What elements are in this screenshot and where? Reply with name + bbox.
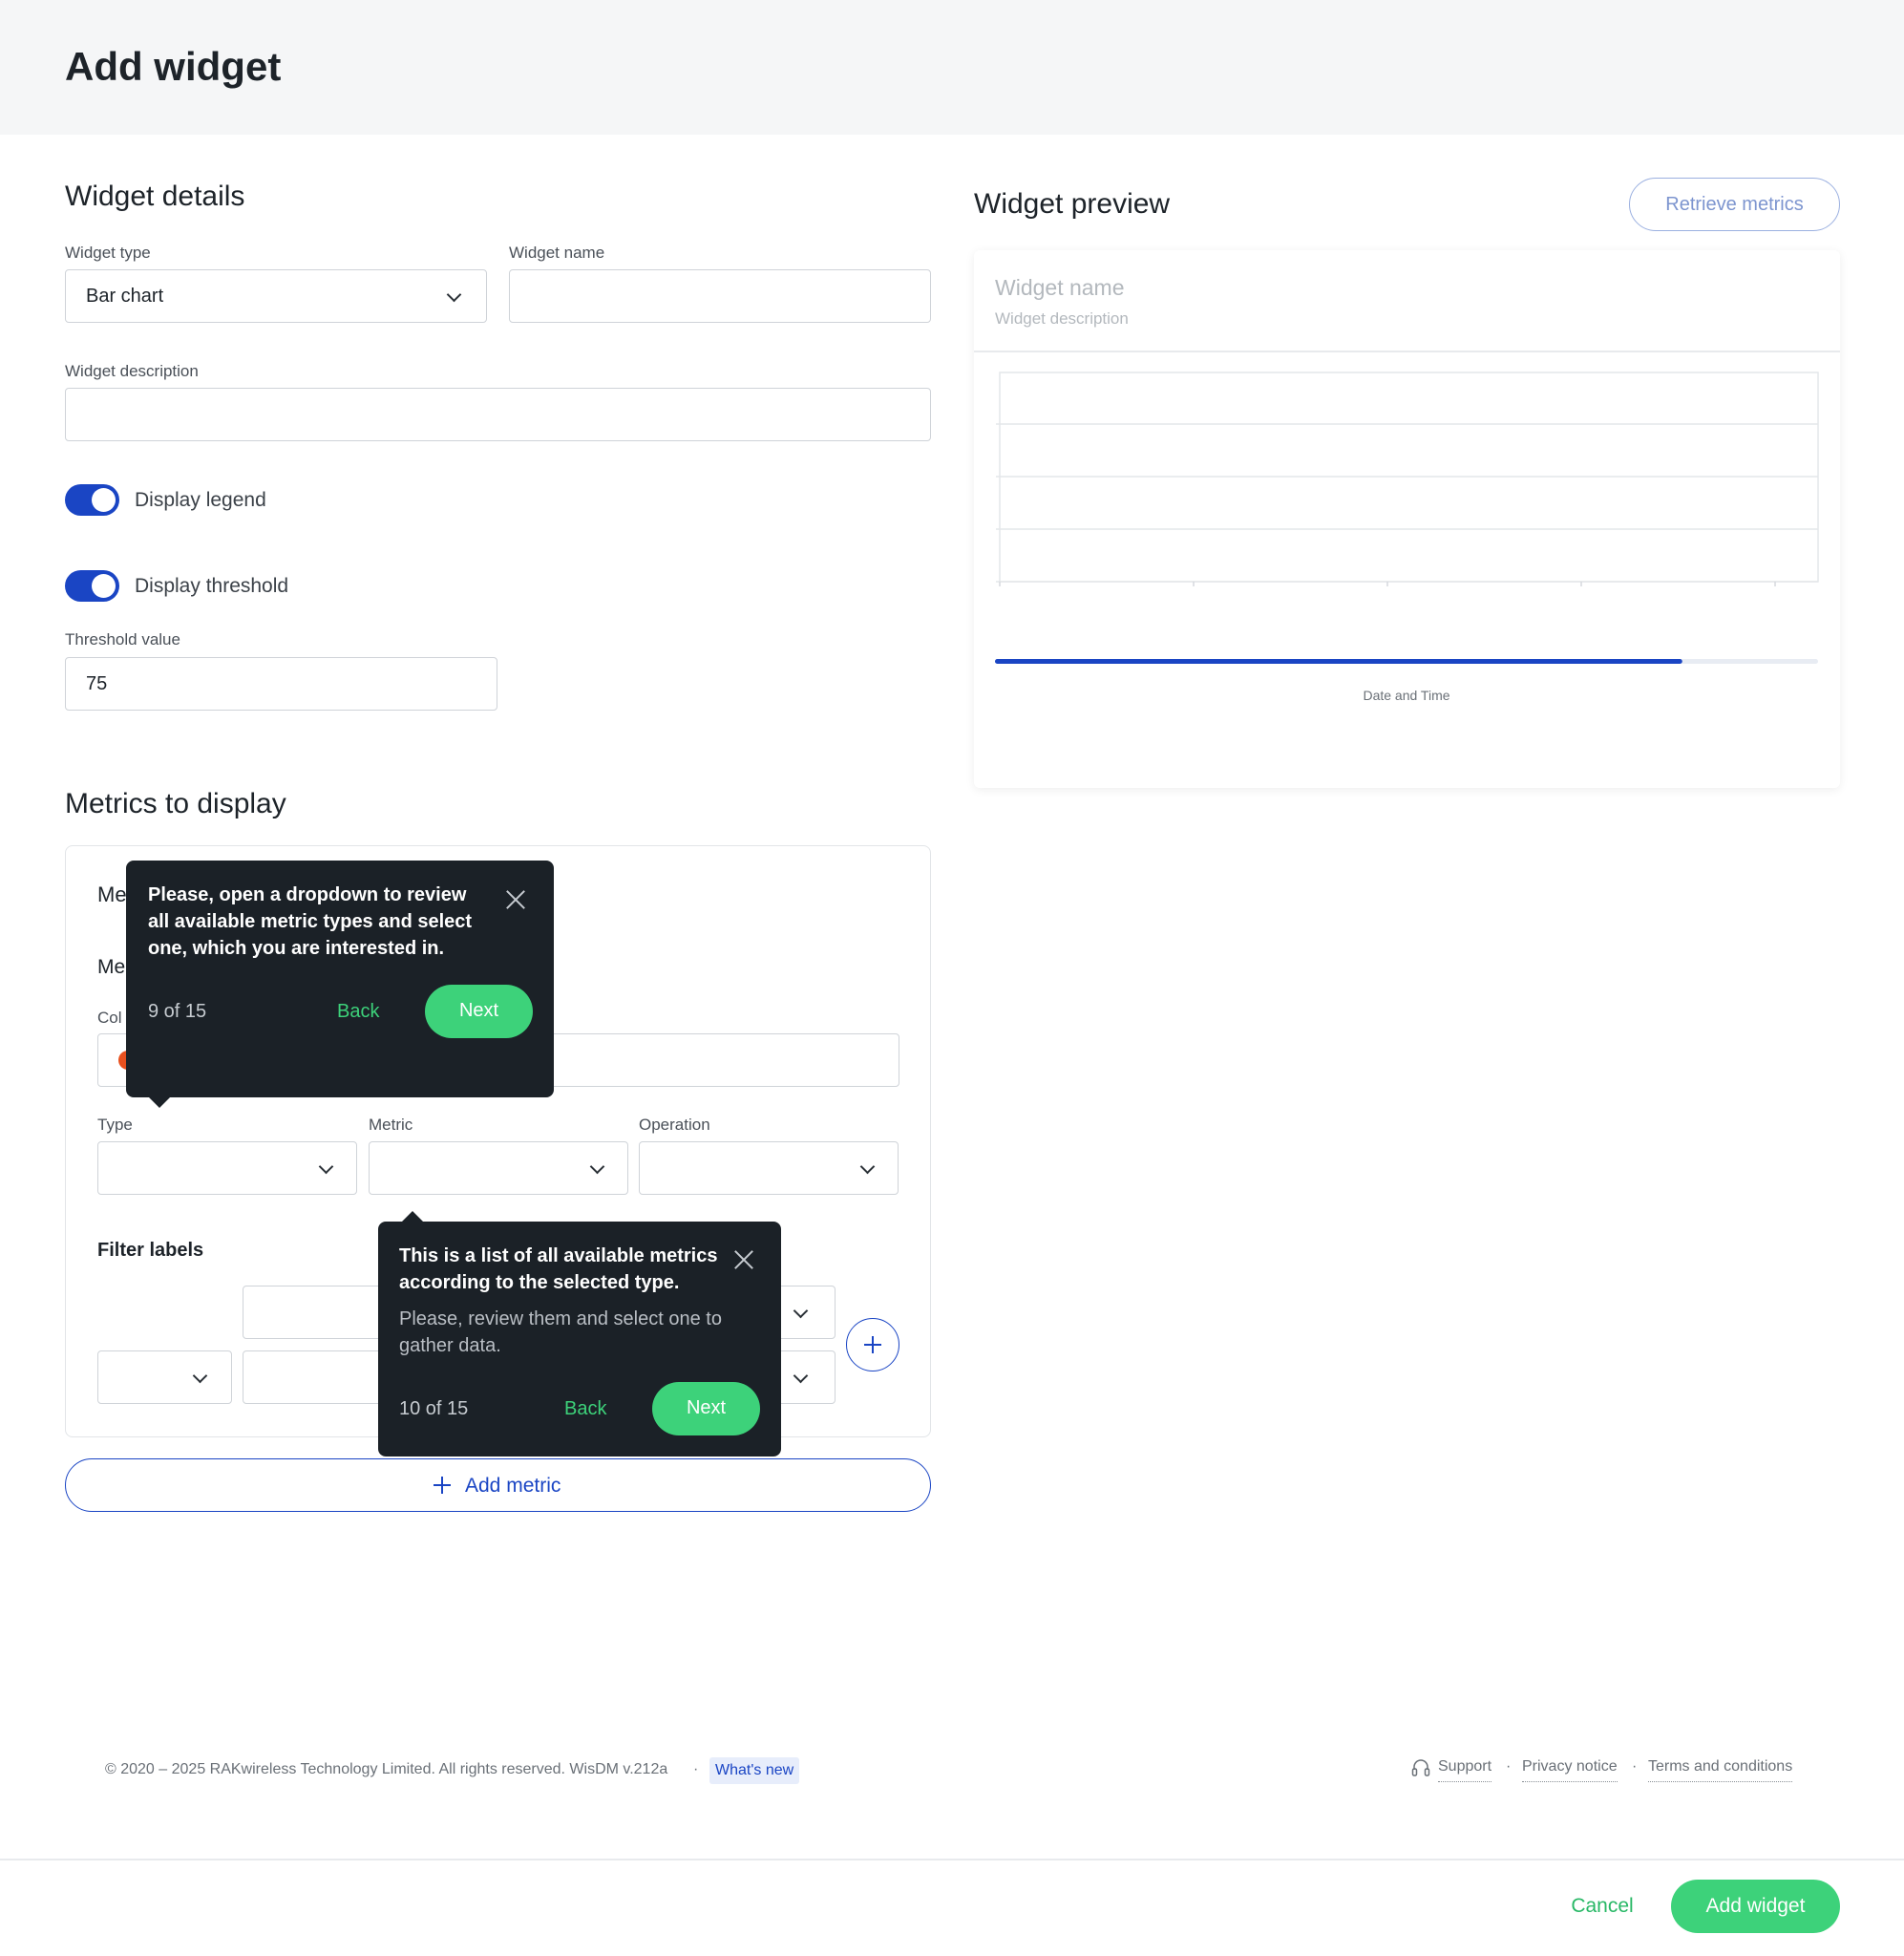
cancel-label: Cancel [1571,1895,1634,1917]
type-label: Type [97,1116,133,1134]
add-metric-label: Add metric [465,1475,561,1497]
add-widget-button[interactable]: Add widget [1671,1880,1840,1933]
tooltip-step-counter: 10 of 15 [399,1398,469,1419]
onboarding-tooltip-step-10: This is a list of all available metrics … [378,1211,781,1456]
headset-icon [1411,1759,1430,1776]
tooltip-title: This is a list of all available metrics … [399,1245,718,1293]
threshold-value: 75 [86,673,108,694]
privacy-notice-link[interactable]: Privacy notice [1522,1758,1618,1782]
widget-name-label: Widget name [509,244,605,262]
operation-select[interactable] [639,1141,899,1195]
tooltip-next-button[interactable]: Next [425,985,533,1038]
add-filter-button[interactable] [846,1318,899,1371]
toggle-knob [92,488,116,512]
toggle-knob [92,574,116,598]
operation-label: Operation [639,1116,710,1134]
retrieve-metrics-button[interactable]: Retrieve metrics [1629,178,1840,231]
tooltip-step-counter: 9 of 15 [148,1001,207,1022]
display-threshold-label: Display threshold [135,575,289,597]
metrics-title: Metrics to display [65,788,286,819]
cancel-button[interactable]: Cancel [1553,1880,1652,1933]
close-icon[interactable] [731,1247,756,1272]
onboarding-tooltip-step-9: Please, open a dropdown to review all av… [126,861,554,1108]
page-header: Add widget [0,0,1904,135]
range-slider-fill[interactable] [995,659,1682,664]
widget-description-input[interactable] [65,388,931,441]
widget-type-select[interactable]: Bar chart [65,269,487,323]
display-legend-label: Display legend [135,489,266,511]
add-widget-label: Add widget [1705,1895,1806,1917]
display-threshold-toggle[interactable] [65,570,119,602]
tooltip-next-label: Next [686,1397,727,1418]
tooltip-back-link[interactable]: Back [564,1398,606,1420]
page-title: Add widget [65,44,282,89]
filter-labels-title: Filter labels [97,1240,204,1261]
support-link[interactable]: Support [1438,1758,1492,1782]
tooltip-pointer [402,1211,423,1222]
terms-link[interactable]: Terms and conditions [1648,1758,1793,1782]
tooltip-next-button[interactable]: Next [652,1382,760,1435]
widget-type-value: Bar chart [86,286,164,307]
metric-name-label: Me [97,956,126,978]
metric-label: Metric [369,1116,413,1134]
action-bar-divider [0,1859,1904,1860]
add-metric-button[interactable]: Add metric [65,1458,931,1512]
tooltip-body: Please, review them and select one to ga… [399,1308,722,1356]
footer-separator: · [693,1761,699,1777]
threshold-value-label: Threshold value [65,630,180,648]
chevron-down-icon [859,1159,876,1175]
widget-type-label: Widget type [65,244,151,262]
display-legend-toggle[interactable] [65,484,119,516]
copyright-text: © 2020 – 2025 RAKwireless Technology Lim… [105,1761,668,1777]
chevron-down-icon [446,287,462,303]
color-label: Col [97,1009,122,1027]
retrieve-metrics-label: Retrieve metrics [1665,194,1804,215]
x-axis-label: Date and Time [1363,688,1449,703]
type-select[interactable] [97,1141,357,1195]
tooltip-next-label: Next [458,1000,499,1021]
threshold-value-input[interactable]: 75 [65,657,497,711]
chevron-down-icon [589,1159,605,1175]
widget-description-label: Widget description [65,362,199,380]
chart-grid [996,372,1819,586]
preview-chart: Date and Time [995,372,1819,703]
footer-separator: · [1632,1758,1638,1775]
tooltip-title: Please, open a dropdown to review all av… [148,884,473,959]
tooltip-back-link[interactable]: Back [337,1001,379,1023]
tooltip-pointer [149,1097,170,1108]
widget-preview-card: Widget name Widget description Date and … [974,250,1840,788]
filter-operator-select[interactable] [97,1350,232,1404]
widget-name-input[interactable] [509,269,931,323]
metric-select[interactable] [369,1141,628,1195]
chevron-down-icon [318,1159,334,1175]
metric-card-heading: Me [97,882,127,906]
whats-new-badge[interactable]: What's new [709,1757,800,1784]
chevron-down-icon [793,1303,809,1319]
widget-preview-title: Widget preview [974,188,1171,220]
close-icon[interactable] [503,887,528,912]
chevron-down-icon [793,1368,809,1384]
footer-separator: · [1506,1758,1512,1775]
chevron-down-icon [192,1368,208,1384]
widget-details-title: Widget details [65,181,245,212]
